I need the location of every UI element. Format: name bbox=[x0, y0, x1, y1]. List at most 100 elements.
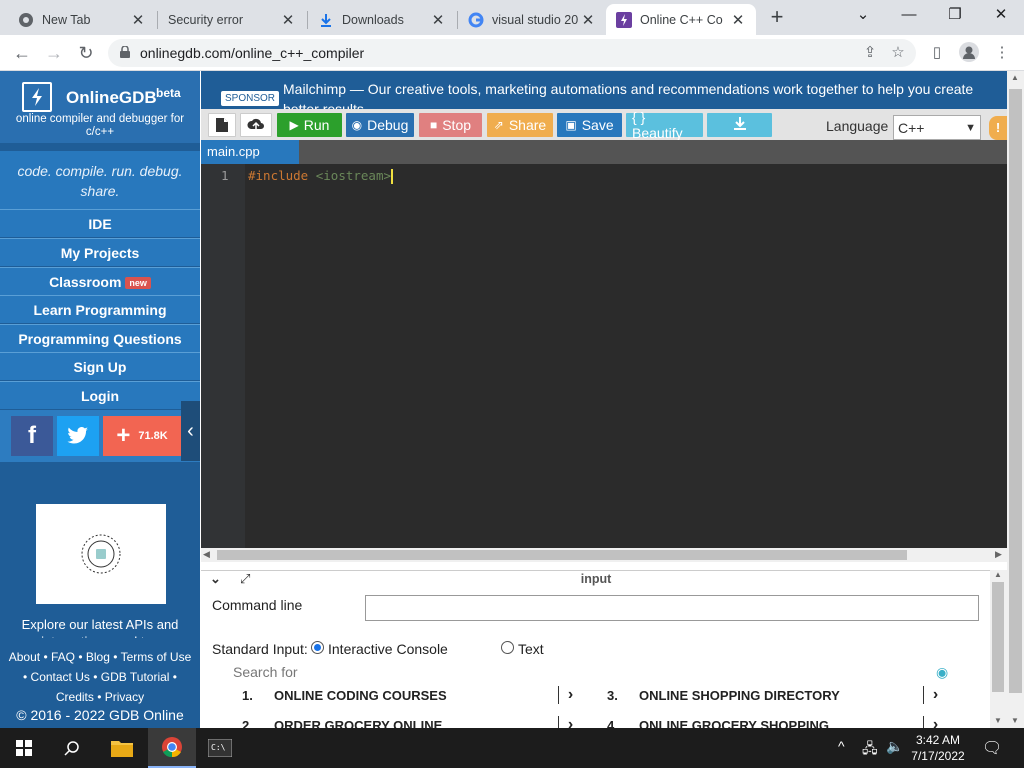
text-radio[interactable] bbox=[501, 641, 514, 654]
sidebar-ad-image[interactable] bbox=[36, 504, 166, 604]
upload-file-icon[interactable] bbox=[240, 113, 272, 137]
scroll-left-icon[interactable]: ◀ bbox=[203, 549, 210, 560]
settings-icon[interactable]: ! bbox=[989, 116, 1007, 140]
chrome-taskbar-icon[interactable] bbox=[148, 728, 196, 768]
kebab-menu-icon[interactable]: ⋮ bbox=[991, 42, 1013, 64]
file-explorer-icon[interactable] bbox=[98, 728, 146, 768]
stop-button[interactable]: ■ Stop bbox=[419, 113, 482, 137]
notifications-icon[interactable]: 🗨 bbox=[982, 738, 1002, 758]
close-tab-icon[interactable]: ✕ bbox=[130, 11, 146, 29]
command-line-input[interactable] bbox=[365, 595, 979, 621]
sidebar-ad-text[interactable]: Explore our latest APIs and integrations… bbox=[10, 616, 190, 638]
tab-downloads[interactable]: Downloads ✕ bbox=[308, 4, 456, 35]
debug-icon: ◉ bbox=[351, 118, 363, 132]
clock[interactable]: 3:42 AM 7/17/2022 bbox=[905, 732, 971, 764]
close-tab-icon[interactable]: ✕ bbox=[430, 11, 446, 29]
brand-header[interactable]: OnlineGDB beta online compiler and debug… bbox=[0, 71, 200, 143]
footer-link-credits[interactable]: Credits bbox=[56, 690, 94, 704]
collapse-sidebar-icon[interactable]: ‹ bbox=[181, 401, 200, 461]
tab-visual-studio-search[interactable]: visual studio 20 ✕ bbox=[458, 4, 606, 35]
sidebar-item-ide[interactable]: IDE bbox=[0, 209, 200, 237]
scroll-down-icon[interactable]: ▼ bbox=[1011, 716, 1019, 725]
tab-onlinegdb[interactable]: Online C++ Co ✕ bbox=[606, 4, 756, 35]
file-tab-main-cpp[interactable]: main.cpp bbox=[201, 140, 299, 164]
minimize-icon[interactable]: — bbox=[886, 0, 932, 32]
address-bar[interactable]: onlinegdb.com/online_c++_compiler bbox=[108, 39, 916, 67]
footer-link-contact[interactable]: Contact Us bbox=[31, 670, 90, 684]
interactive-console-radio[interactable] bbox=[311, 641, 324, 654]
search-icon[interactable] bbox=[48, 728, 96, 768]
twitter-icon[interactable] bbox=[57, 416, 99, 456]
code-line[interactable]: #include <iostream> bbox=[248, 168, 394, 184]
volume-icon[interactable]: 🔈 bbox=[886, 738, 903, 755]
side-panel-icon[interactable]: ▯ bbox=[926, 42, 948, 64]
sponsor-text[interactable]: Mailchimp — Our creative tools, marketin… bbox=[283, 79, 998, 109]
copyright: © 2016 - 2022 GDB Online bbox=[16, 707, 184, 723]
scrollbar-thumb[interactable] bbox=[217, 550, 907, 560]
close-window-icon[interactable]: ✕ bbox=[978, 0, 1024, 32]
windows-start-icon[interactable] bbox=[0, 728, 48, 768]
facebook-icon[interactable]: f bbox=[11, 416, 53, 456]
ad-link[interactable]: 4. ONLINE GROCERY SHOPPING › bbox=[587, 712, 947, 728]
tab-security-error[interactable]: Security error ✕ bbox=[158, 4, 306, 35]
restore-icon[interactable]: ❐ bbox=[932, 0, 978, 32]
code-editor[interactable]: 1 #include <iostream> bbox=[201, 164, 1007, 548]
tab-new-tab[interactable]: New Tab ✕ bbox=[8, 4, 156, 35]
sidebar-item-login[interactable]: Login bbox=[0, 381, 200, 409]
tab-search-icon[interactable]: ⌄ bbox=[840, 0, 886, 32]
run-button[interactable]: ▶ Run bbox=[277, 113, 342, 137]
scrollbar-thumb[interactable] bbox=[1009, 89, 1022, 693]
editor-horizontal-scrollbar[interactable]: ◀ ▶ bbox=[201, 548, 1007, 562]
ad-link[interactable]: 3. ONLINE SHOPPING DIRECTORY › bbox=[587, 682, 947, 708]
footer-link-privacy[interactable]: Privacy bbox=[105, 690, 144, 704]
expand-icon[interactable]: ⤢ bbox=[240, 571, 250, 587]
footer-link-blog[interactable]: Blog bbox=[86, 650, 110, 664]
text-option-label[interactable]: Text bbox=[518, 641, 544, 657]
share-plus-button[interactable]: + 71.8K bbox=[103, 416, 181, 456]
new-file-icon[interactable] bbox=[208, 113, 236, 137]
profile-avatar-icon[interactable] bbox=[958, 42, 980, 64]
share-button[interactable]: ⇗ Share bbox=[487, 113, 553, 137]
footer-link-gdb-tutorial[interactable]: GDB Tutorial bbox=[101, 670, 170, 684]
language-select[interactable]: C++ ▼ bbox=[893, 115, 981, 140]
close-tab-icon[interactable]: ✕ bbox=[580, 11, 596, 29]
sponsor-banner[interactable]: SPONSOR Mailchimp — Our creative tools, … bbox=[201, 71, 1007, 109]
footer-link-faq[interactable]: FAQ bbox=[51, 650, 75, 664]
sidebar-item-sign-up[interactable]: Sign Up bbox=[0, 352, 200, 380]
sidebar-item-programming-questions[interactable]: Programming Questions bbox=[0, 324, 200, 352]
page-scrollbar[interactable]: ▲ ▼ bbox=[1007, 71, 1024, 728]
scroll-down-icon[interactable]: ▼ bbox=[994, 716, 1002, 725]
sidebar-item-classroom[interactable]: Classroom new bbox=[0, 267, 200, 295]
scroll-up-icon[interactable]: ▲ bbox=[1011, 73, 1019, 82]
save-button[interactable]: ▣ Save bbox=[557, 113, 622, 137]
input-panel-scrollbar[interactable]: ▲ ▼ bbox=[990, 570, 1007, 728]
scroll-right-icon[interactable]: ▶ bbox=[995, 549, 1002, 560]
sidebar-item-my-projects[interactable]: My Projects bbox=[0, 238, 200, 266]
scroll-up-icon[interactable]: ▲ bbox=[994, 570, 1002, 579]
ad-choices-icon[interactable]: ◉ bbox=[936, 664, 948, 681]
forward-icon[interactable]: → bbox=[41, 41, 67, 65]
close-tab-icon[interactable]: ✕ bbox=[280, 11, 296, 29]
chevron-down-icon[interactable]: ⌄ bbox=[210, 571, 221, 587]
share-page-icon[interactable]: ⇪ bbox=[859, 42, 881, 64]
chevron-up-icon[interactable]: ^ bbox=[838, 738, 845, 754]
terminal-icon[interactable]: C:\ bbox=[196, 728, 244, 768]
sidebar: OnlineGDB beta online compiler and debug… bbox=[0, 71, 200, 728]
debug-button[interactable]: ◉ Debug bbox=[346, 113, 414, 137]
back-icon[interactable]: ← bbox=[9, 41, 35, 65]
close-tab-icon[interactable]: ✕ bbox=[730, 11, 746, 29]
sidebar-item-learn-programming[interactable]: Learn Programming bbox=[0, 295, 200, 323]
beautify-button[interactable]: { } Beautify bbox=[626, 109, 703, 141]
network-icon[interactable]: 🖧 bbox=[862, 738, 878, 762]
footer-link-terms[interactable]: Terms of Use bbox=[121, 650, 192, 664]
new-tab-button[interactable]: + bbox=[766, 5, 788, 29]
tab-title: Downloads bbox=[342, 12, 404, 27]
ad-link[interactable]: 2. ORDER GROCERY ONLINE › bbox=[222, 712, 582, 728]
bookmark-star-icon[interactable]: ☆ bbox=[887, 42, 909, 64]
footer-link-about[interactable]: About bbox=[9, 650, 40, 664]
reload-icon[interactable]: ↻ bbox=[73, 41, 99, 65]
interactive-console-label[interactable]: Interactive Console bbox=[328, 641, 448, 657]
ad-link[interactable]: 1. ONLINE CODING COURSES › bbox=[222, 682, 582, 708]
download-button[interactable] bbox=[707, 113, 772, 137]
scrollbar-thumb[interactable] bbox=[992, 582, 1004, 692]
